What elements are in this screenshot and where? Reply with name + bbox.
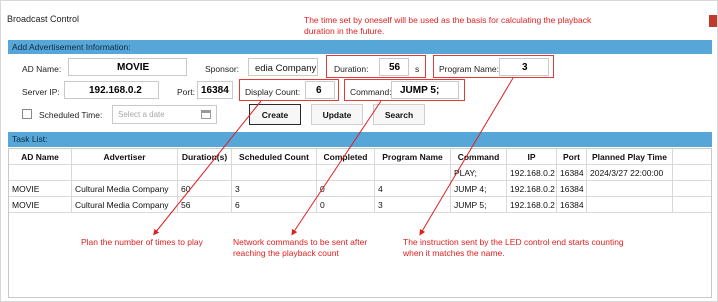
arrow-network-commands (291, 100, 382, 236)
arrow-led-instruction (419, 77, 514, 236)
annotation-arrows (153, 77, 514, 236)
broadcast-control-window: Broadcast Control The time set by onesel… (0, 0, 718, 302)
arrow-plan-count (153, 100, 262, 236)
